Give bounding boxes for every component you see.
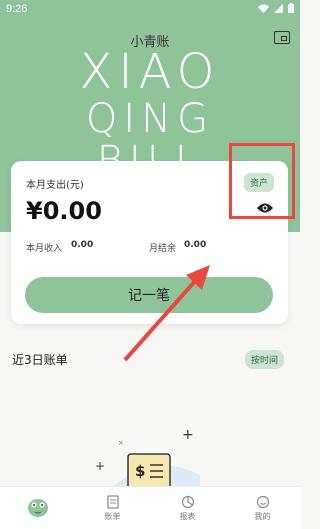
svg-text:$: $ (135, 462, 145, 480)
balance-label: 月结余 (149, 244, 177, 254)
income-label: 本月收入 (26, 244, 63, 254)
tab-profile-label: 我的 (254, 511, 271, 521)
chart-icon (181, 495, 194, 508)
bg-decor-xiao: XIAO (79, 44, 221, 100)
tab-home[interactable] (0, 487, 75, 529)
status-bar: 9:26 (0, 0, 300, 18)
battery-icon (288, 3, 294, 13)
expense-amount: ¥0.00 (26, 197, 102, 225)
record-button[interactable]: 记一笔 (25, 277, 273, 313)
status-time: 9:26 (6, 3, 28, 15)
annotation-box (229, 143, 295, 219)
bill-icon (106, 494, 119, 509)
svg-text:×: × (118, 439, 124, 447)
svg-text:+: + (182, 427, 194, 443)
wifi-icon (258, 4, 269, 13)
expense-label: 本月支出(元) (26, 180, 84, 191)
bottom-tab-bar: 账单 报表 我的 (0, 486, 300, 529)
profile-icon (256, 495, 269, 508)
svg-text:+: + (95, 459, 105, 473)
app-title: 小青账 (130, 35, 170, 50)
bg-decor-qing: QING (85, 96, 215, 142)
balance-value: 0.00 (184, 240, 207, 250)
tab-bill[interactable]: 账单 (75, 487, 150, 529)
tab-report-label: 报表 (179, 511, 196, 521)
home-logo-icon (27, 499, 48, 517)
income-value: 0.00 (71, 240, 94, 250)
wallet-icon[interactable] (274, 31, 290, 44)
recent-bills-title: 近3日账单 (12, 353, 68, 367)
signal-icon (274, 3, 283, 13)
tab-report[interactable]: 报表 (150, 487, 225, 529)
sort-by-time-button[interactable]: 按时间 (244, 350, 284, 369)
empty-bill-illustration: + + × $ (95, 427, 200, 490)
tab-bill-label: 账单 (104, 511, 121, 521)
tab-profile[interactable]: 我的 (225, 487, 300, 529)
status-icons (258, 3, 294, 13)
